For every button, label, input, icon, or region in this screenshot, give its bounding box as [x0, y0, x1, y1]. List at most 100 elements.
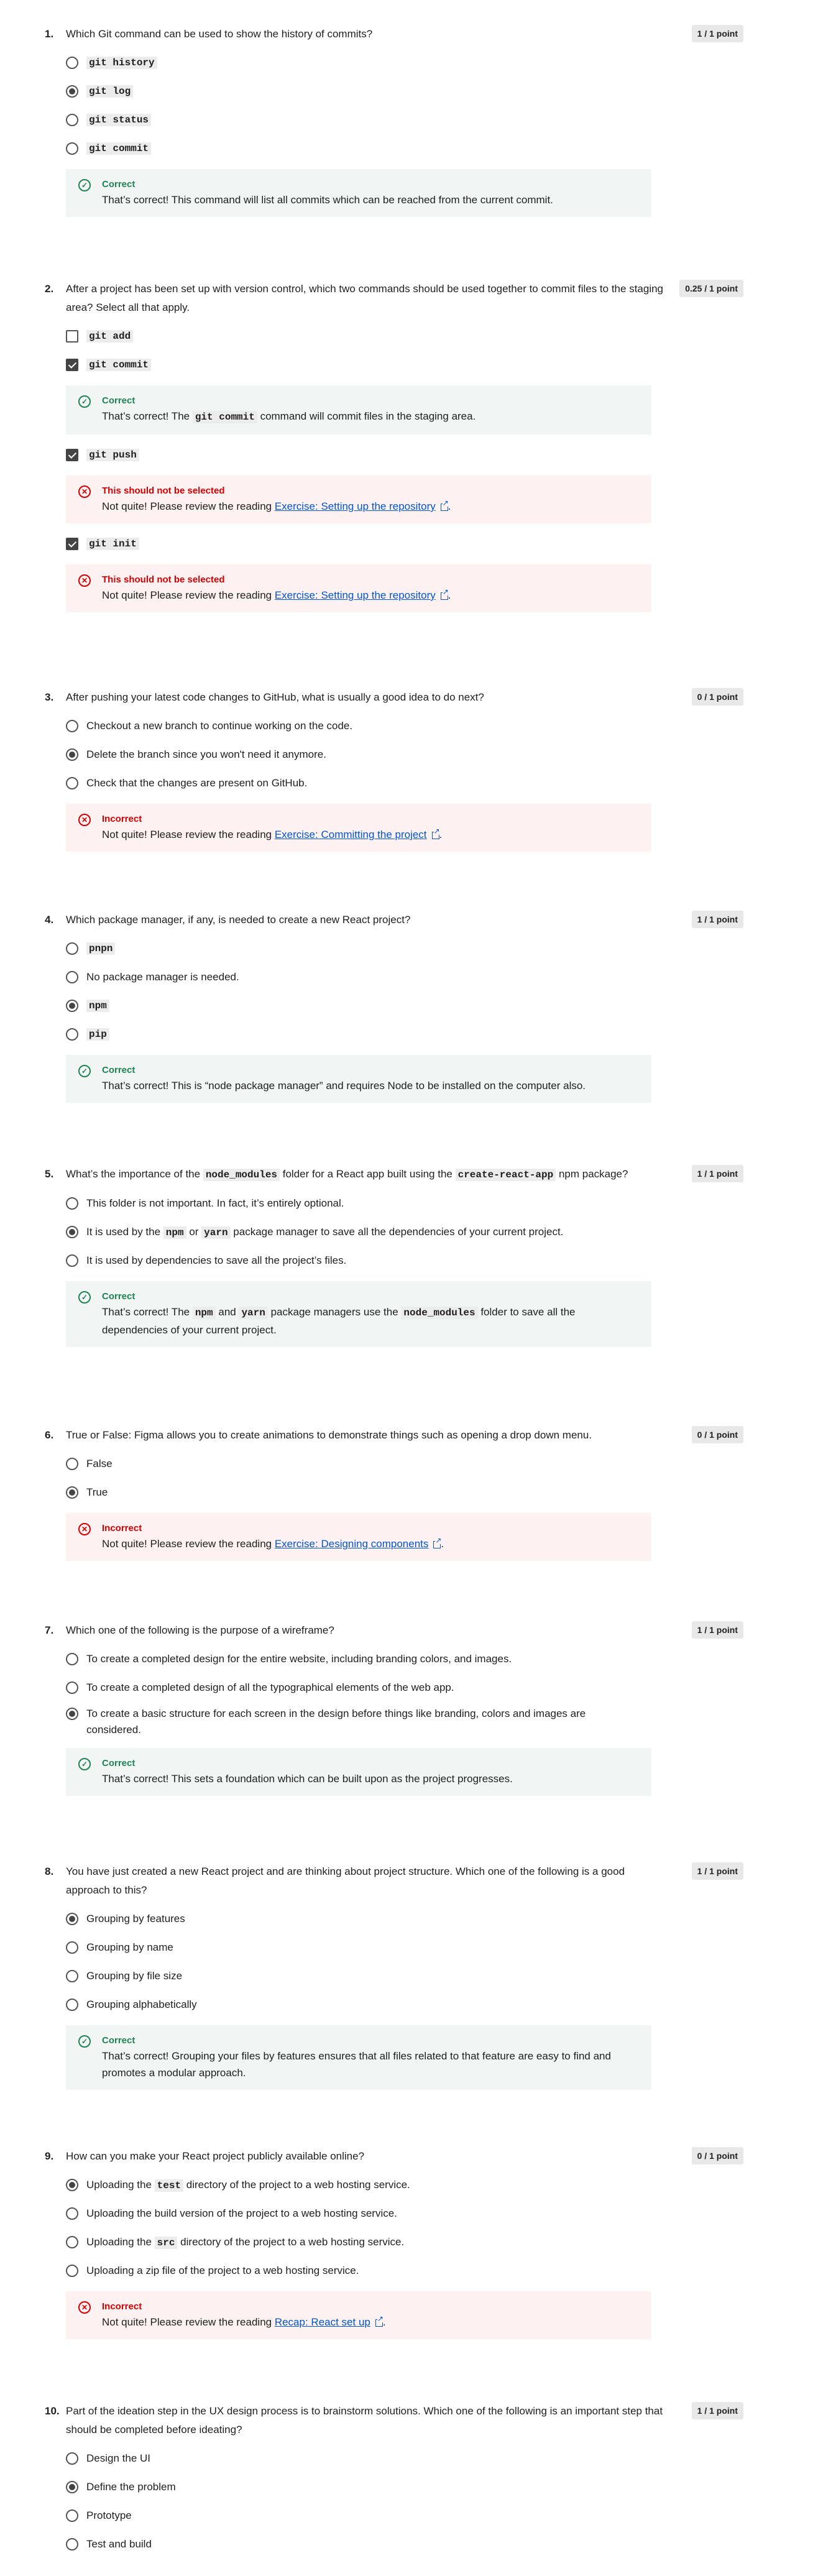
option-radio[interactable]: It is used by the npm or yarn package ma…: [66, 1218, 743, 1246]
option-radio[interactable]: git commit: [66, 134, 743, 163]
option-radio[interactable]: This folder is not important. In fact, i…: [66, 1189, 743, 1218]
feedback-correct: ✓ Correct That’s correct! The npm and ya…: [66, 1281, 651, 1347]
radio-button-selected[interactable]: [66, 2481, 78, 2493]
option-radio[interactable]: Test and build: [66, 2530, 743, 2559]
option-radio[interactable]: No package manager is needed.: [66, 963, 743, 991]
option-checkbox[interactable]: git commit: [66, 351, 743, 379]
radio-button[interactable]: [66, 720, 78, 732]
radio-button-selected[interactable]: [66, 1000, 78, 1012]
radio-button[interactable]: [66, 2452, 78, 2465]
option-radio[interactable]: To create a completed design for the ent…: [66, 1645, 743, 1673]
radio-button[interactable]: [66, 1028, 78, 1041]
radio-button[interactable]: [66, 1458, 78, 1470]
radio-button[interactable]: [66, 1941, 78, 1954]
option-radio[interactable]: git log: [66, 77, 743, 106]
option-radio[interactable]: To create a basic structure for each scr…: [66, 1702, 743, 1742]
radio-button[interactable]: [66, 1999, 78, 2011]
feedback-title: This should not be selected: [102, 485, 225, 496]
radio-button-selected[interactable]: [66, 1708, 78, 1720]
option-radio[interactable]: Grouping by name: [66, 1933, 743, 1962]
question-9: 9. How can you make your React project p…: [45, 2147, 743, 2345]
radio-button[interactable]: [66, 1197, 78, 1210]
option-label: Test and build: [86, 2538, 152, 2550]
feedback-correct: ✓ Correct That’s correct! This command w…: [66, 169, 651, 217]
option-radio[interactable]: Checkout a new branch to continue workin…: [66, 712, 743, 740]
option-label: False: [86, 1458, 113, 1470]
option-radio[interactable]: git status: [66, 106, 743, 134]
radio-button[interactable]: [66, 57, 78, 69]
feedback-incorrect: ✕ Incorrect Not quite! Please review the…: [66, 1513, 651, 1561]
option-radio[interactable]: True: [66, 1478, 743, 1507]
option-radio[interactable]: Grouping by file size: [66, 1962, 743, 1990]
option-radio[interactable]: Define the problem: [66, 2473, 743, 2501]
radio-button[interactable]: [66, 2207, 78, 2220]
checkbox-checked[interactable]: [66, 538, 78, 550]
radio-button[interactable]: [66, 2509, 78, 2522]
option-checkbox[interactable]: git init: [66, 530, 743, 558]
reading-link[interactable]: Exercise: Setting up the repository: [275, 589, 436, 601]
option-radio[interactable]: Uploading the src directory of the proje…: [66, 2228, 743, 2256]
option-radio[interactable]: git history: [66, 48, 743, 77]
option-radio[interactable]: Uploading the build version of the proje…: [66, 2199, 743, 2228]
option-radio[interactable]: pnpn: [66, 934, 743, 963]
option-label: Check that the changes are present on Gi…: [86, 777, 308, 789]
reading-link[interactable]: Exercise: Designing components: [275, 1538, 429, 1550]
check-circle-icon: ✓: [78, 1758, 91, 1770]
radio-button[interactable]: [66, 2538, 78, 2551]
option-label: Prototype: [86, 2509, 132, 2521]
option-radio[interactable]: Uploading a zip file of the project to a…: [66, 2256, 743, 2285]
option-radio[interactable]: Design the UI: [66, 2444, 743, 2473]
question-8: 8. You have just created a new React pro…: [45, 1862, 743, 2096]
option-radio[interactable]: pip: [66, 1020, 743, 1049]
option-radio[interactable]: Uploading the test directory of the proj…: [66, 2171, 743, 2199]
radio-button[interactable]: [66, 1970, 78, 1982]
check-circle-icon: ✓: [78, 395, 91, 408]
option-label: git init: [86, 538, 139, 550]
radio-button-selected[interactable]: [66, 2179, 78, 2191]
radio-button-selected[interactable]: [66, 1486, 78, 1499]
radio-button[interactable]: [66, 1681, 78, 1694]
check-circle-icon: ✓: [78, 2035, 91, 2048]
feedback-body: That’s correct! This command will list a…: [102, 194, 553, 206]
option-radio[interactable]: Grouping alphabetically: [66, 1990, 743, 2019]
option-checkbox[interactable]: git push: [66, 441, 743, 469]
option-label: git add: [86, 330, 134, 343]
radio-button[interactable]: [66, 971, 78, 983]
option-label: It is used by the npm or yarn package ma…: [86, 1225, 564, 1239]
radio-button[interactable]: [66, 1254, 78, 1267]
feedback-body: Not quite! Please review the reading Exe…: [102, 498, 638, 515]
option-radio[interactable]: Check that the changes are present on Gi…: [66, 769, 743, 798]
radio-button[interactable]: [66, 2236, 78, 2248]
reading-link[interactable]: Exercise: Committing the project: [275, 829, 427, 840]
checkbox-checked[interactable]: [66, 359, 78, 371]
option-radio[interactable]: npm: [66, 991, 743, 1020]
option-checkbox[interactable]: git add: [66, 322, 743, 351]
option-label: Grouping by file size: [86, 1970, 183, 1982]
option-radio[interactable]: It is used by dependencies to save all t…: [66, 1246, 743, 1275]
option-label: git commit: [86, 359, 152, 371]
radio-button[interactable]: [66, 2265, 78, 2277]
option-radio[interactable]: To create a completed design of all the …: [66, 1673, 743, 1702]
reading-link[interactable]: Recap: React set up: [275, 2316, 370, 2328]
radio-button[interactable]: [66, 1653, 78, 1665]
radio-button-selected[interactable]: [66, 85, 78, 98]
radio-button[interactable]: [66, 942, 78, 955]
question-text: Which one of the following is the purpos…: [66, 1624, 334, 1636]
radio-button[interactable]: [66, 114, 78, 126]
option-radio[interactable]: Delete the branch since you won't need i…: [66, 740, 743, 769]
checkbox-checked[interactable]: [66, 449, 78, 461]
radio-button[interactable]: [66, 142, 78, 155]
radio-button-selected[interactable]: [66, 1226, 78, 1238]
reading-link[interactable]: Exercise: Setting up the repository: [275, 500, 436, 512]
option-radio[interactable]: False: [66, 1450, 743, 1478]
checkbox[interactable]: [66, 330, 78, 343]
radio-button-selected[interactable]: [66, 748, 78, 761]
radio-button[interactable]: [66, 777, 78, 789]
option-radio[interactable]: Prototype: [66, 2501, 743, 2530]
radio-button-selected[interactable]: [66, 1913, 78, 1925]
x-circle-icon: ✕: [78, 485, 91, 498]
option-label: Uploading a zip file of the project to a…: [86, 2265, 359, 2276]
option-label: git history: [86, 57, 157, 69]
option-radio[interactable]: Grouping by features: [66, 1905, 743, 1933]
x-circle-icon: ✕: [78, 1523, 91, 1535]
